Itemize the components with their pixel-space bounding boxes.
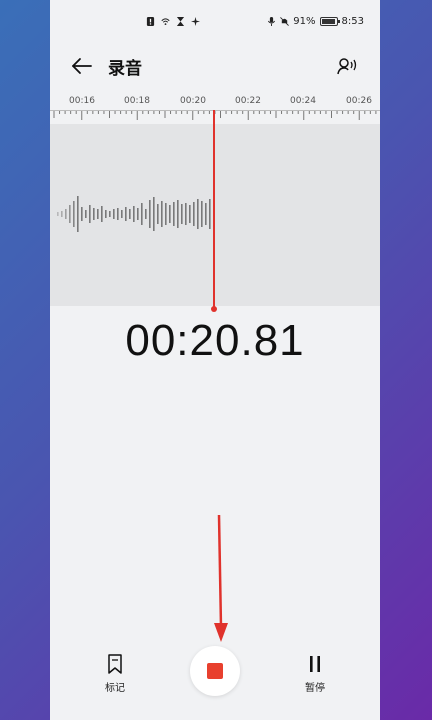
stop-icon [207,663,223,679]
waveform-bar [149,200,151,228]
waveform-bar [165,203,167,225]
waveform-bar [117,208,119,220]
waveform-bar [85,210,87,218]
waveform-bar [169,205,171,223]
waveform-bar [181,204,183,224]
waveform-bar [101,206,103,222]
sparkle-icon [191,17,200,26]
waveform-bar [61,211,63,217]
tick-label: 00:24 [290,96,316,106]
tick-label: 00:20 [180,96,206,106]
wifi-icon [161,18,170,26]
waveform-bar [73,201,75,227]
status-time: 8:53 [341,16,364,27]
timeline-ruler[interactable]: 00:16 00:18 00:20 00:22 00:24 00:26 [50,96,380,124]
pause-button[interactable]: 暂停 [290,654,340,694]
arrow-left-icon [72,58,92,74]
voice-settings-button[interactable] [334,52,362,80]
back-button[interactable] [68,52,96,80]
waveform-bar [77,196,79,232]
waveform-bar [81,207,83,221]
waveform-bar [185,203,187,225]
waveform-bar [109,211,111,217]
waveform-bar [129,209,131,219]
waveform-bar [57,212,59,216]
waveform-bar [201,201,203,227]
mic-icon [268,17,276,26]
waveform-bar [65,209,67,219]
waveform-bar [97,209,99,219]
recorder-screen: 91% 8:53 录音 00:16 00:18 00:20 00:22 00:2… [50,0,380,720]
hourglass-icon [176,17,185,26]
waveform-panel[interactable] [50,124,380,306]
status-icons-left [146,17,200,26]
red-arrow-annotation [214,515,228,642]
waveform-bar [125,207,127,221]
waveform-bar [69,205,71,223]
waveform-bar [113,209,115,219]
ruler-ticks [50,110,380,120]
voice-wave-icon [337,58,357,75]
bell-off-icon [280,17,290,26]
waveform-bar [133,206,135,222]
status-bar: 91% 8:53 [50,0,380,46]
waveform-bar [189,205,191,223]
header: 录音 [50,46,380,90]
elapsed-time: 00:20.81 [125,316,305,365]
waveform-bar [105,210,107,218]
status-icons-right: 91% 8:53 [267,16,364,27]
waveform-bar [141,203,143,225]
tick-label: 00:16 [69,96,95,106]
tick-label: 00:26 [346,96,372,106]
waveform-bar [157,204,159,224]
playhead-line[interactable] [213,110,215,310]
mark-label: 标记 [105,683,125,694]
waveform-bar [197,199,199,229]
waveform-bar [93,208,95,220]
stop-button[interactable] [190,646,240,696]
waveform-bar [121,210,123,218]
battery-percent: 91% [293,16,316,27]
waveform-bar [161,201,163,227]
waveform-bar [89,205,91,223]
battery-icon [319,17,340,26]
waveform-bar [193,202,195,226]
playhead-handle[interactable] [211,306,217,312]
waveform-bar [177,200,179,228]
waveform-bar [153,197,155,231]
page-title: 录音 [108,59,142,79]
tick-label: 00:22 [235,96,261,106]
waveform-bar [145,209,147,219]
waveform-bar [173,202,175,226]
pause-icon [310,656,320,672]
mark-button[interactable]: 标记 [90,654,140,694]
bookmark-icon [108,654,122,674]
waveform [57,196,215,232]
waveform-bar [209,199,211,229]
waveform-bar [137,208,139,220]
tick-label: 00:18 [124,96,150,106]
alert-icon [146,17,155,26]
waveform-bar [205,203,207,225]
pause-label: 暂停 [305,683,325,694]
control-bar: 标记 暂停 [50,640,380,710]
